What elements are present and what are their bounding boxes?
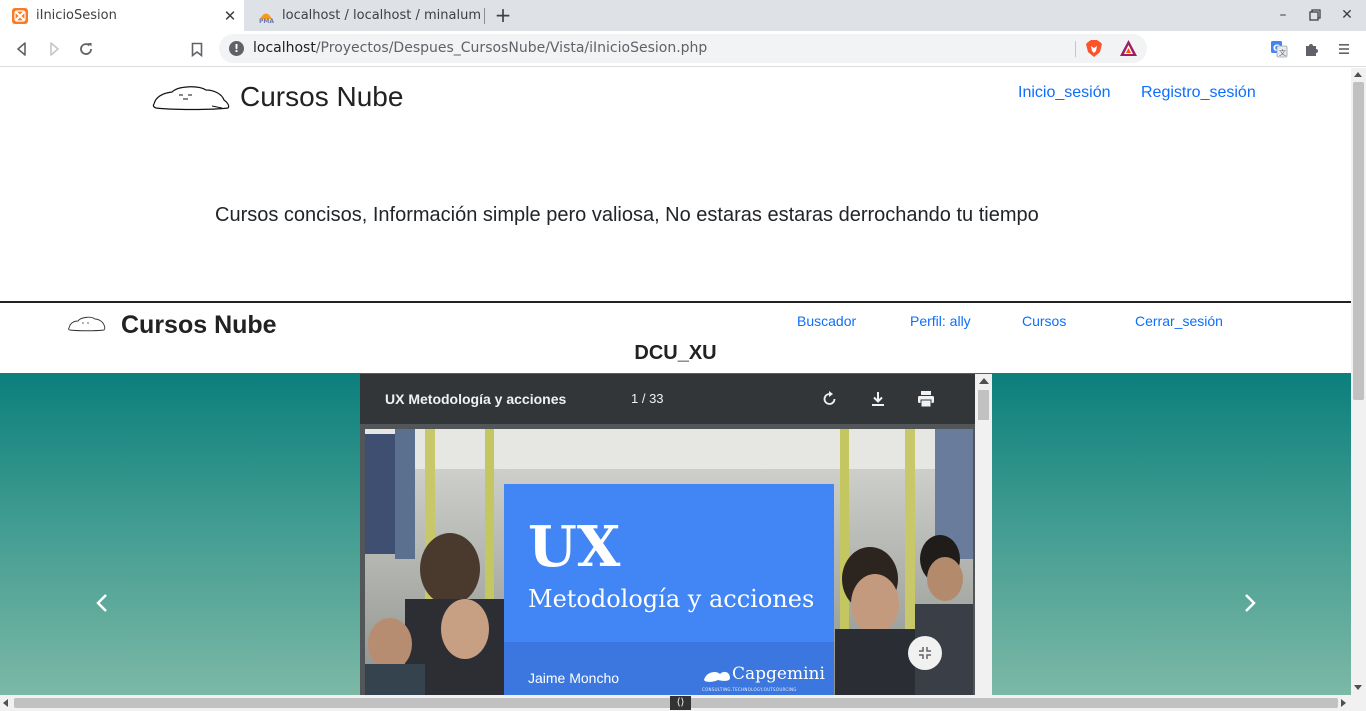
tab-separator [484, 8, 485, 24]
phpmyadmin-icon: PMA [258, 8, 274, 24]
pdf-doc-title: UX Metodología y acciones [385, 391, 567, 407]
browser-window: iInicioSesion ✕ PMA localhost / localhos… [0, 0, 1366, 711]
vertical-scroll-thumb[interactable] [1353, 82, 1364, 400]
browser-toolbar: ! localhost/Proyectos/Despues_CursosNube… [0, 31, 1366, 67]
slide-subheading: Metodología y acciones [528, 585, 815, 613]
slide-heading: UX [528, 514, 621, 580]
extensions-icon[interactable] [1300, 37, 1324, 61]
cloud-logo-icon [152, 86, 230, 111]
scroll-up-icon[interactable] [1354, 72, 1362, 77]
scroll-right-icon[interactable] [1341, 699, 1346, 707]
carousel-prev-icon[interactable] [92, 589, 112, 617]
fit-to-page-button[interactable] [908, 636, 942, 670]
nav-inicio-sesion[interactable]: Inicio_sesión [1018, 84, 1111, 102]
resize-handle-icon[interactable]: ⟨⟩ [670, 696, 691, 710]
close-window-button[interactable]: ✕ [1336, 4, 1358, 26]
site-brand[interactable]: Cursos Nube [240, 81, 403, 113]
pdf-page-indicator[interactable]: 1 / 33 [631, 391, 664, 406]
pdf-scroll-up-icon[interactable] [979, 378, 989, 384]
pdf-scroll-thumb[interactable] [978, 390, 989, 420]
forward-button[interactable] [42, 37, 66, 61]
close-tab-icon[interactable]: ✕ [222, 8, 238, 24]
site-tagline: Cursos concisos, Información simple pero… [215, 204, 1039, 226]
translate-icon[interactable]: G文 [1267, 37, 1291, 61]
tab-strip: iInicioSesion ✕ PMA localhost / localhos… [0, 0, 1366, 31]
tab-inactive[interactable]: PMA localhost / localhost / minalum [246, 0, 486, 31]
pdf-page: UX Metodología y acciones Jaime Moncho C… [365, 429, 973, 695]
nav-cerrar-sesion[interactable]: Cerrar_sesión [1135, 313, 1223, 329]
brave-shields-icon[interactable] [1085, 39, 1103, 58]
capgemini-spade-icon [704, 671, 730, 682]
pdf-scrollbar[interactable] [975, 374, 992, 695]
scroll-left-icon[interactable] [3, 699, 8, 707]
tab-title: localhost / localhost / minalum [282, 8, 481, 23]
new-tab-button[interactable]: + [492, 4, 514, 26]
omnibox-separator [1075, 41, 1076, 57]
pdf-viewer[interactable]: UX Metodología y acciones 1 / 33 UX Meto… [360, 374, 992, 695]
page-horizontal-scrollbar[interactable]: ⟨⟩ [0, 695, 1366, 711]
print-icon[interactable] [916, 389, 936, 409]
page-vertical-scrollbar[interactable] [1351, 68, 1366, 695]
cloud-logo-small-icon [68, 316, 106, 332]
nav-registro-sesion[interactable]: Registro_sesión [1141, 84, 1256, 102]
section-divider [0, 301, 1351, 303]
fit-page-icon [919, 647, 931, 659]
reload-button[interactable] [74, 37, 98, 61]
slide-author: Jaime Moncho [528, 670, 620, 686]
course-carousel: UX Metodología y acciones 1 / 33 UX Meto… [0, 373, 1351, 695]
back-button[interactable] [10, 37, 34, 61]
download-icon[interactable] [868, 389, 888, 409]
info-icon[interactable]: ! [229, 41, 244, 56]
svg-text:文: 文 [1279, 48, 1286, 57]
bookmark-icon[interactable] [185, 37, 209, 61]
nav-cursos[interactable]: Cursos [1022, 313, 1066, 329]
svg-text:PMA: PMA [259, 18, 274, 24]
course-title: DCU_XU [634, 342, 717, 364]
title-card: UX Metodología y acciones Jaime Moncho C… [504, 484, 834, 695]
carousel-next-icon[interactable] [1240, 589, 1260, 617]
scroll-down-icon[interactable] [1354, 685, 1362, 690]
address-bar[interactable]: ! localhost/Proyectos/Despues_CursosNube… [219, 34, 1147, 63]
pdf-toolbar: UX Metodología y acciones 1 / 33 [360, 374, 975, 424]
minimize-button[interactable]: – [1272, 4, 1294, 26]
menu-icon[interactable] [1332, 37, 1356, 61]
tab-active[interactable]: iInicioSesion ✕ [0, 0, 244, 31]
embedded-brand[interactable]: Cursos Nube [121, 311, 277, 340]
xampp-icon [12, 7, 28, 24]
page-viewport: Cursos Nube Inicio_sesión Registro_sesió… [0, 68, 1351, 695]
restore-button[interactable] [1304, 4, 1326, 26]
nav-buscador[interactable]: Buscador [797, 313, 856, 329]
nav-perfil[interactable]: Perfil: ally [910, 313, 971, 329]
title-card-footer: Jaime Moncho Capgemini CONSULTING.TECHNO… [504, 642, 834, 695]
url-text[interactable]: localhost/Proyectos/Despues_CursosNube/V… [253, 40, 707, 56]
tab-title: iInicioSesion [36, 8, 117, 23]
brave-rewards-icon[interactable] [1119, 39, 1138, 57]
slide-company: Capgemini [732, 664, 825, 684]
rotate-icon[interactable] [820, 389, 840, 409]
slide-company-tagline: CONSULTING.TECHNOLOGY.OUTSOURCING [702, 687, 797, 692]
